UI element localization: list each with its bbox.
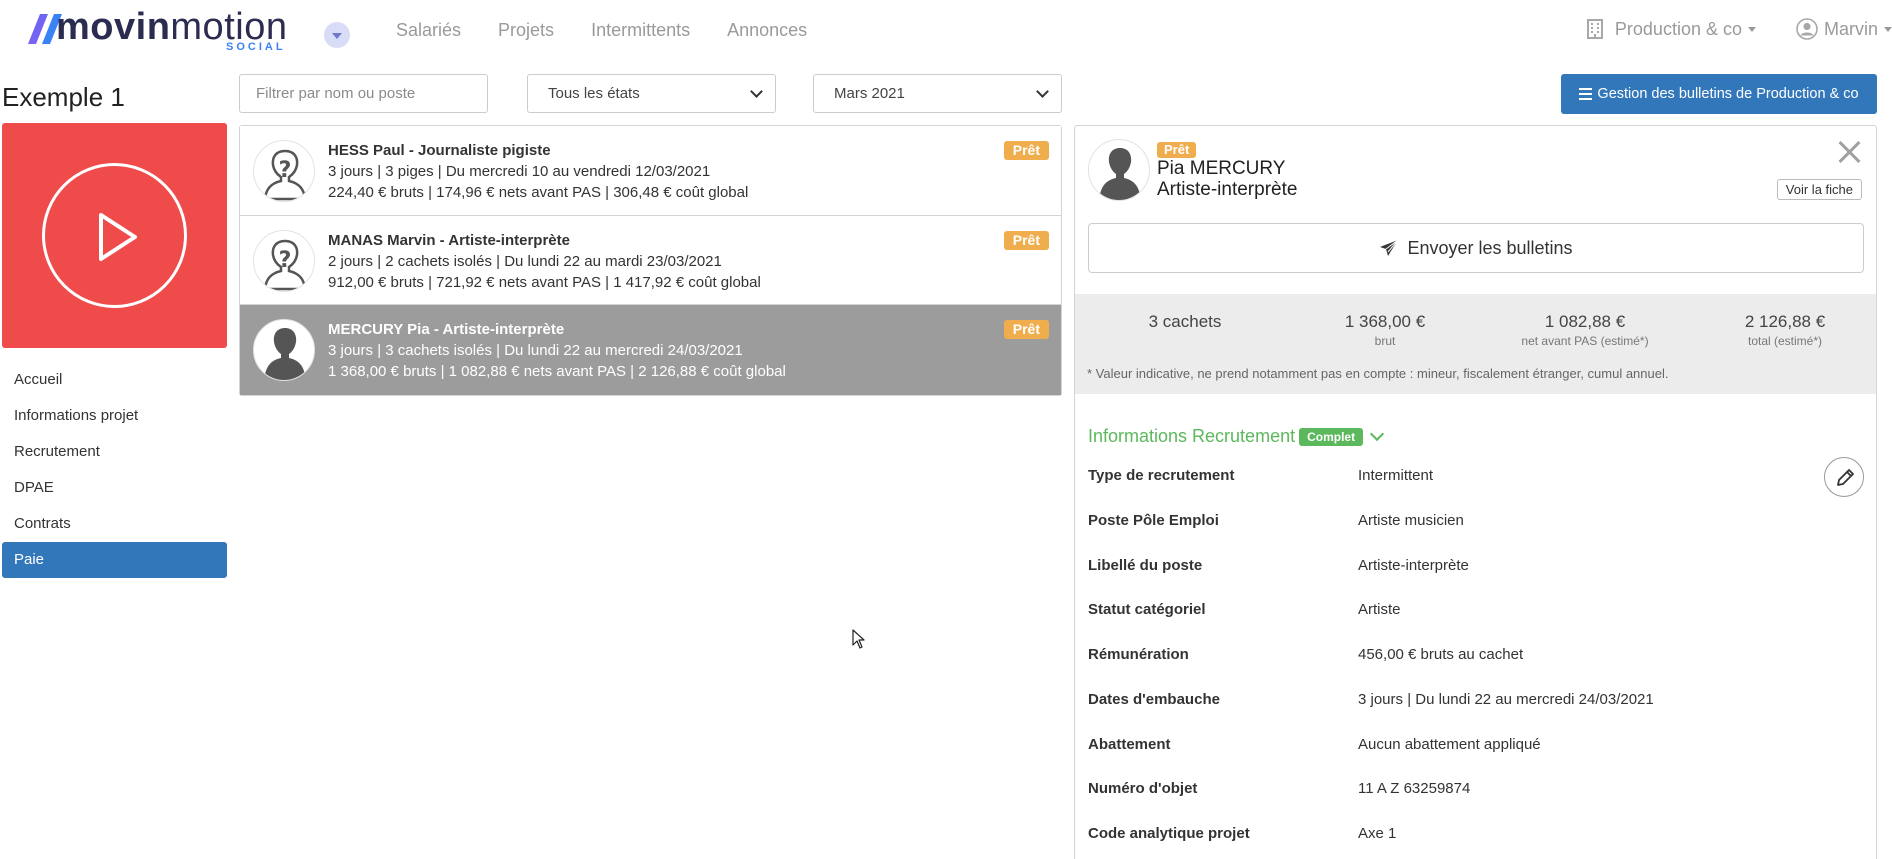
manage-bulletins-button[interactable]: Gestion des bulletins de Production & co (1561, 74, 1877, 114)
close-icon[interactable] (1836, 138, 1862, 164)
project-side-menu: Accueil Informations projet Recrutement … (2, 362, 227, 578)
employee-amounts: 224,40 € bruts | 174,96 € nets avant PAS… (328, 184, 749, 201)
stat-net: 1 082,88 € net avant PAS (estimé*) (1521, 312, 1649, 348)
paper-plane-icon (1380, 239, 1399, 256)
employee-name: MANAS Marvin - Artiste-interprète (328, 231, 570, 249)
stat-brut: 1 368,00 € brut (1344, 312, 1426, 348)
view-sheet-button[interactable]: Voir la fiche (1776, 179, 1862, 200)
employee-details: 3 jours | 3 piges | Du mercredi 10 au ve… (328, 163, 711, 180)
nav-link-annonces[interactable]: Annonces (727, 20, 807, 41)
detail-status-badge: Prêt (1157, 142, 1197, 158)
nav-link-salaries[interactable]: Salariés (396, 20, 461, 41)
user-name: Marvin (1823, 18, 1878, 39)
project-title: Exemple 1 (2, 82, 125, 112)
employee-amounts: 912,00 € bruts | 721,92 € nets avant PAS… (328, 273, 761, 291)
pencil-icon (1837, 469, 1854, 486)
side-item-accueil[interactable]: Accueil (2, 362, 227, 398)
section-title: Informations Recrutement (1088, 426, 1296, 446)
pay-summary: 3 cachets 1 368,00 € brut 1 082,88 € net… (1075, 294, 1876, 394)
side-item-informations-projet[interactable]: Informations projet (2, 398, 227, 434)
employee-row-selected[interactable]: MERCURY Pia - Artiste-interprète 3 jours… (240, 305, 1061, 395)
side-item-recrutement[interactable]: Recrutement (2, 434, 227, 470)
building-icon (1586, 19, 1603, 39)
employee-detail-panel: Prêt Pia MERCURY Artiste-interprète Voir… (1074, 125, 1877, 859)
edit-button[interactable] (1824, 457, 1864, 497)
stat-cachets: 3 cachets (1148, 312, 1222, 331)
nav-link-intermittents[interactable]: Intermittents (591, 20, 690, 41)
state-select-value: Tous les états (548, 85, 640, 102)
status-badge: Prêt (1003, 230, 1049, 250)
estimate-note: * Valeur indicative, ne prend notamment … (1087, 366, 1669, 381)
stat-total: 2 126,88 € total (estimé*) (1744, 312, 1826, 348)
detail-employee-role: Artiste-interprète (1157, 179, 1298, 200)
brand-subtitle: SOCIAL (226, 41, 286, 53)
organization-menu[interactable]: Production & co (1586, 18, 1756, 40)
side-item-dpae[interactable]: DPAE (2, 470, 227, 506)
status-badge: Prêt (1003, 320, 1049, 339)
employee-name: MERCURY Pia - Artiste-interprète (328, 321, 565, 338)
state-select[interactable]: Tous les états (527, 74, 776, 113)
mouse-cursor-icon (852, 629, 865, 649)
send-bulletins-button[interactable]: Envoyer les bulletins (1088, 223, 1864, 273)
brand-logo[interactable]: movinmotion SOCIAL (26, 6, 287, 56)
employee-details: 3 jours | 3 cachets isolés | Du lundi 22… (328, 342, 743, 359)
project-cover[interactable] (2, 123, 227, 348)
main-nav: Salariés Projets Intermittents Annonces (396, 20, 844, 41)
user-menu[interactable]: Marvin (1796, 18, 1892, 40)
nav-dropdown-toggle[interactable] (324, 22, 350, 48)
menu-icon (1579, 88, 1593, 100)
chevron-down-icon (750, 85, 763, 98)
employee-details: 2 jours | 2 cachets isolés | Du lundi 22… (328, 252, 722, 270)
person-silhouette-icon (1088, 139, 1150, 201)
organization-name: Production & co (1614, 18, 1742, 39)
employee-amounts: 1 368,00 € bruts | 1 082,88 € nets avant… (328, 363, 786, 380)
side-item-paie[interactable]: Paie (2, 542, 227, 578)
detail-employee-name: Pia MERCURY (1157, 158, 1286, 179)
unknown-person-icon: ? (253, 229, 315, 292)
employee-row[interactable]: ? MANAS Marvin - Artiste-interprète 2 jo… (240, 215, 1061, 305)
nav-link-projets[interactable]: Projets (498, 20, 554, 41)
status-badge: Prêt (1003, 141, 1049, 160)
complete-badge: Complet (1299, 427, 1364, 446)
month-select[interactable]: Mars 2021 (813, 74, 1062, 113)
chevron-down-icon (1370, 426, 1385, 441)
employee-row[interactable]: ? HESS Paul - Journaliste pigiste 3 jour… (240, 126, 1061, 216)
unknown-person-icon: ? (253, 140, 315, 202)
caret-down-icon (1747, 26, 1756, 32)
top-navbar: movinmotion SOCIAL Salariés Projets Inte… (0, 0, 1892, 62)
svg-text:?: ? (279, 158, 292, 183)
caret-down-icon (1884, 26, 1892, 32)
employee-list: ? HESS Paul - Journaliste pigiste 3 jour… (239, 125, 1062, 396)
chevron-down-icon (1036, 85, 1049, 98)
user-circle-icon (1796, 18, 1818, 40)
recruitment-section-toggle[interactable]: Informations Recrutement Complet (1088, 426, 1385, 447)
month-select-value: Mars 2021 (834, 85, 905, 102)
person-silhouette-icon (253, 319, 315, 381)
play-icon (42, 163, 187, 308)
search-input[interactable] (239, 74, 488, 113)
nav-right: Production & co Marvin (1586, 18, 1892, 40)
side-item-contrats[interactable]: Contrats (2, 506, 227, 542)
employee-name: HESS Paul - Journaliste pigiste (328, 142, 551, 159)
svg-text:?: ? (279, 248, 292, 273)
